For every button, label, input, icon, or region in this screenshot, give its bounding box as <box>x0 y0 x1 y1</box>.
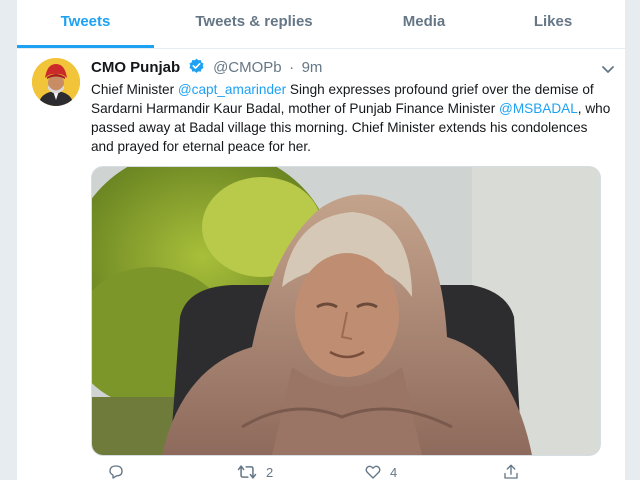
tweet-header: CMO Punjab @CMOPb · 9m <box>91 57 322 79</box>
share-button[interactable] <box>502 461 520 480</box>
heart-icon <box>365 465 381 479</box>
tweet-photo[interactable] <box>91 166 601 456</box>
share-icon <box>504 464 518 479</box>
retweet-icon <box>237 465 257 479</box>
tweet-text-part: Chief Minister <box>91 82 178 97</box>
photo-image <box>92 167 600 455</box>
avatar[interactable] <box>32 58 80 106</box>
separator-dot: · <box>289 59 295 76</box>
chevron-down-icon[interactable] <box>601 62 615 80</box>
profile-timeline-panel: Tweets Tweets & replies Media Likes CMO … <box>16 0 626 480</box>
tab-tweets[interactable]: Tweets <box>17 0 154 48</box>
tab-tweets-and-replies[interactable]: Tweets & replies <box>154 0 354 46</box>
retweet-button[interactable]: 2 <box>236 461 273 480</box>
author-handle[interactable]: @CMOPb <box>213 59 282 76</box>
reply-icon <box>109 465 123 479</box>
tab-media[interactable]: Media <box>354 0 494 46</box>
like-count: 4 <box>390 464 398 480</box>
tab-likes[interactable]: Likes <box>494 0 612 46</box>
mention-link[interactable]: @MSBADAL <box>499 101 578 116</box>
mention-link[interactable]: @capt_amarinder <box>178 82 286 97</box>
tweet-text: Chief Minister @capt_amarinder Singh exp… <box>91 80 611 156</box>
retweet-count: 2 <box>266 464 274 480</box>
tweet[interactable]: CMO Punjab @CMOPb · 9m Chief Minister @c… <box>17 49 625 480</box>
profile-tabs: Tweets Tweets & replies Media Likes <box>17 0 625 49</box>
reply-button[interactable] <box>107 461 133 480</box>
verified-badge-icon <box>188 58 205 82</box>
like-button[interactable]: 4 <box>364 461 397 480</box>
author-name[interactable]: CMO Punjab <box>91 59 180 76</box>
tweet-actions: 2 4 <box>91 461 611 480</box>
tweet-timestamp[interactable]: 9m <box>302 59 323 76</box>
avatar-image <box>32 58 80 106</box>
